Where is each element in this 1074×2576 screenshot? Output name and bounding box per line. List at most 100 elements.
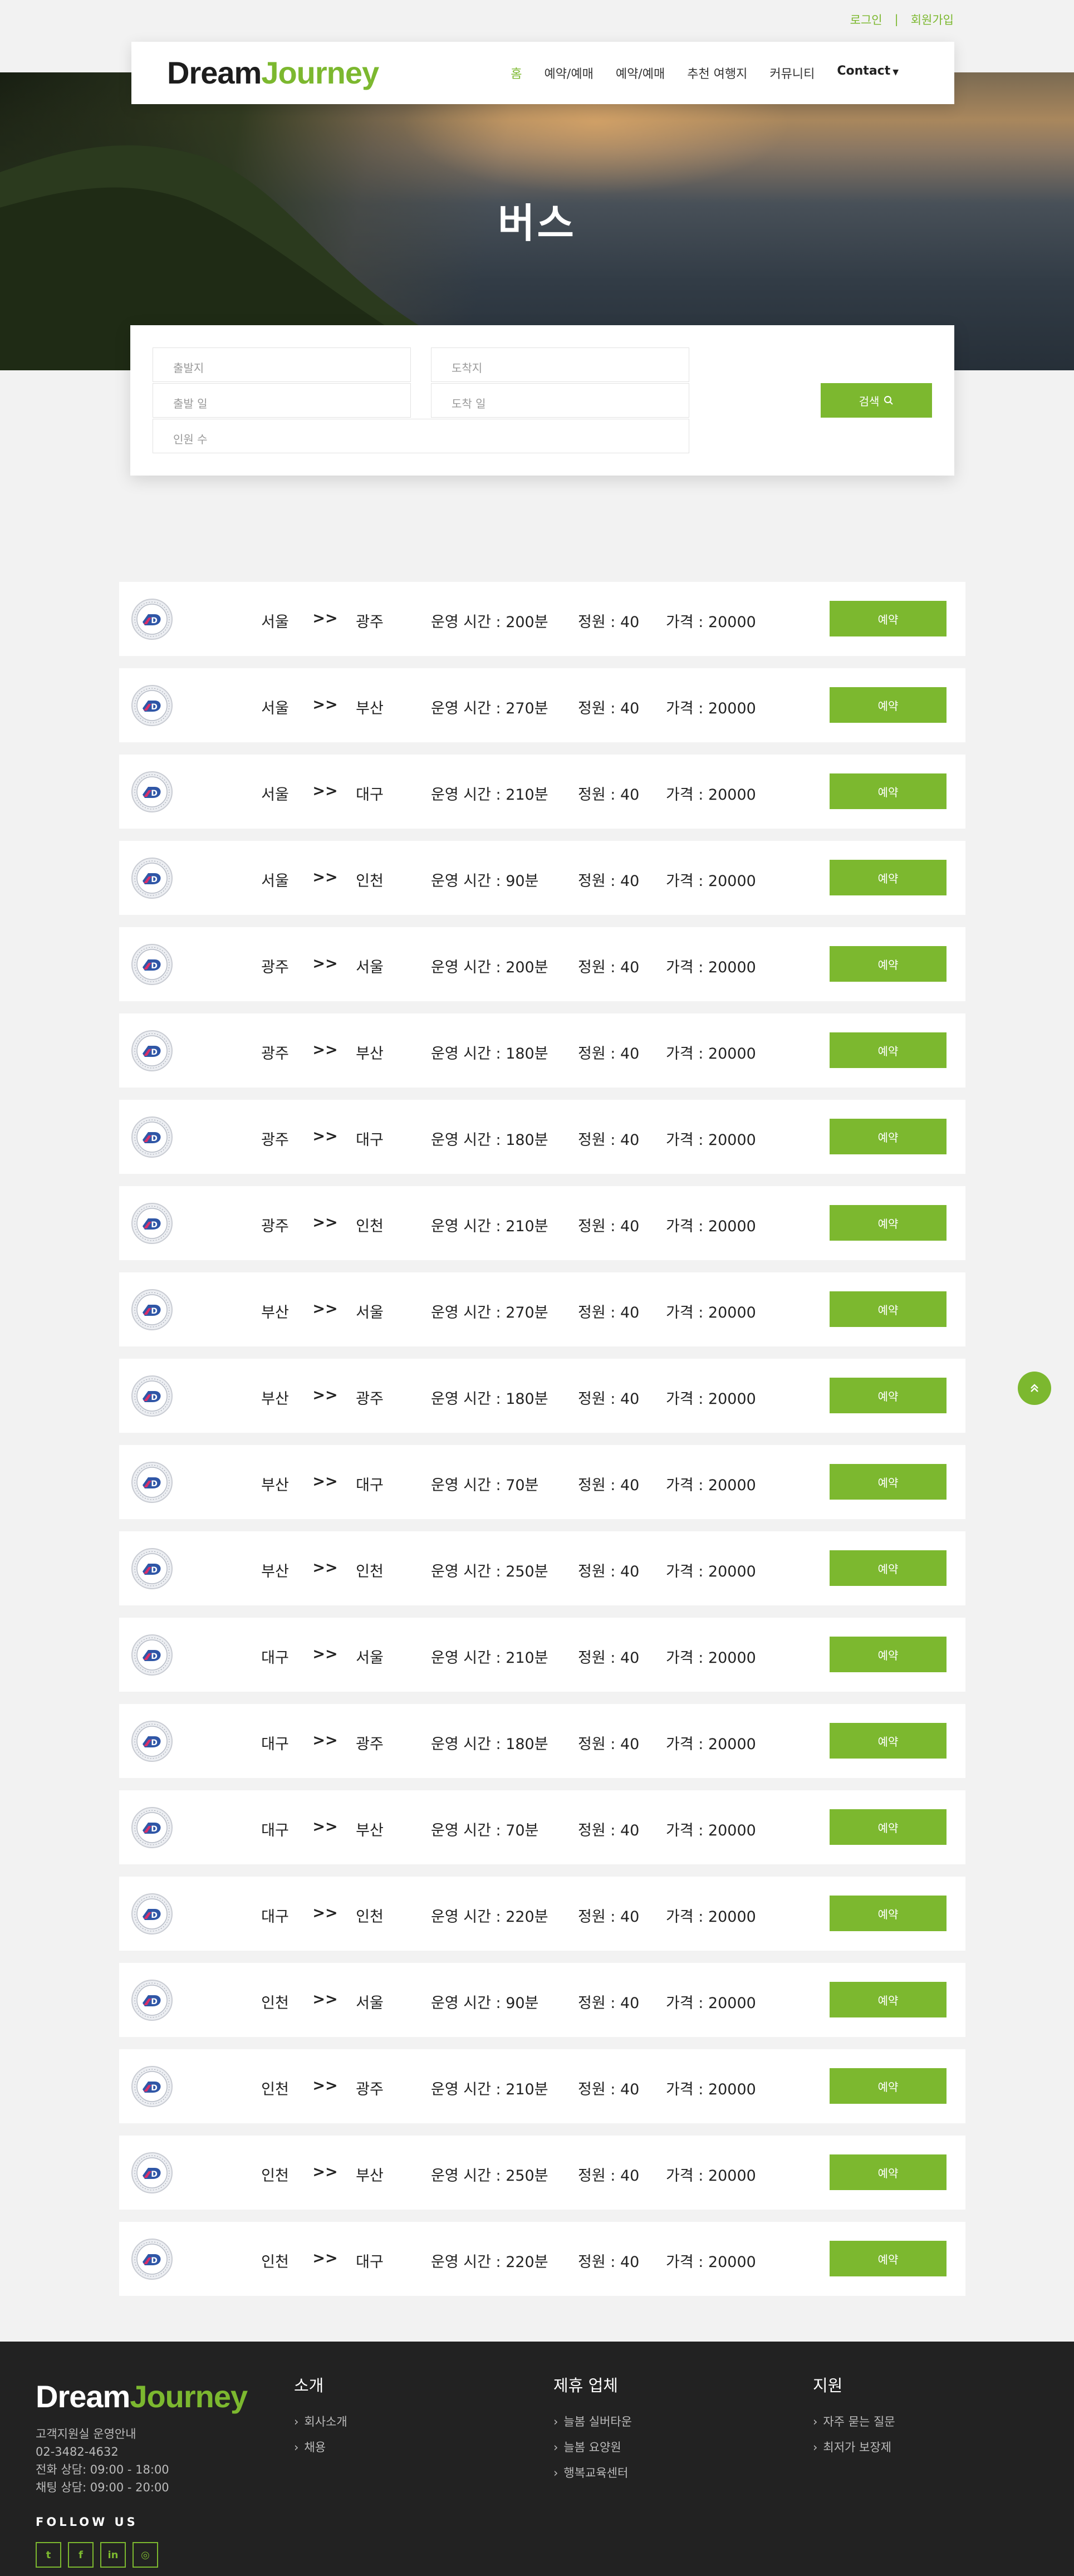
scroll-top-button[interactable] [1018,1372,1051,1405]
arrival-input[interactable]: 도착지 [431,347,689,382]
departure-date-placeholder: 출발 일 [173,397,208,410]
book-button[interactable]: 예약 [830,860,947,895]
svg-text:D: D [151,962,158,971]
route-capacity: 정원 : 40 [578,700,640,717]
facebook-icon[interactable]: f [68,2542,94,2568]
departure-date-input[interactable]: 출발 일 [153,383,411,418]
route-price: 가격 : 20000 [666,959,756,976]
nav-item-contact[interactable]: Contact ▼ [837,64,899,82]
book-button[interactable]: 예약 [830,1896,947,1931]
chevron-right-icon: › [553,2415,558,2428]
nav-item-recommended[interactable]: 추천 여행지 [687,64,747,82]
book-button[interactable]: 예약 [830,2068,947,2104]
departure-input[interactable]: 출발지 [153,347,411,382]
book-button[interactable]: 예약 [830,773,947,809]
route-price: 가격 : 20000 [666,1995,756,2012]
follow-us-heading: FOLLOW US [36,2515,138,2529]
book-button[interactable]: 예약 [830,1119,947,1154]
route-duration: 운영 시간 : 270분 [431,1304,548,1321]
route-destination: 인천 [356,873,384,890]
svg-text:D: D [151,2256,158,2265]
route-destination: 대구 [356,786,384,804]
brand-logo[interactable]: DreamJourney [167,56,379,90]
footer-logo-part2: Journey [130,2379,248,2414]
book-button[interactable]: 예약 [830,1723,947,1759]
bus-company-logo-icon: D [131,1721,173,1762]
footer-logo[interactable]: DreamJourney [36,2378,248,2415]
search-icon [884,396,894,405]
svg-text:D: D [151,1825,158,1834]
bus-company-logo-icon: D [131,599,173,640]
route-arrow: >> [312,869,338,886]
footer-link-company[interactable]: › 회사소개 [294,2413,347,2430]
route-price: 가격 : 20000 [666,2254,756,2271]
route-arrow: >> [312,1991,338,2008]
route-origin: 대구 [261,1822,289,1839]
route-duration: 운영 시간 : 250분 [431,1563,548,1580]
footer-link-nursing-home-label: 늘봄 요양원 [563,2441,621,2454]
support-title: 고객지원실 운영안내 [36,2427,136,2441]
route-row: D 광주 >> 대구 운영 시간 : 180분 정원 : 40 가격 : 200… [119,1100,965,1174]
svg-text:D: D [151,1911,158,1920]
nav-item-community[interactable]: 커뮤니티 [769,64,815,82]
route-destination: 대구 [356,1132,384,1149]
top-links-separator: | [894,13,899,26]
route-arrow: >> [312,1041,338,1059]
main-navbar: DreamJourney 홈 예약/예매 예약/예매 추천 여행지 커뮤니티 C… [131,42,954,104]
linkedin-icon[interactable]: in [100,2542,126,2568]
footer-link-nursing-home[interactable]: › 늘봄 요양원 [553,2438,632,2455]
people-input[interactable]: 인원 수 [153,419,689,453]
route-capacity: 정원 : 40 [578,1736,640,1753]
chevron-right-icon: › [294,2415,299,2428]
footer-link-lowest-price[interactable]: › 최저가 보장제 [813,2438,895,2455]
book-button[interactable]: 예약 [830,1637,947,1672]
book-button[interactable]: 예약 [830,946,947,982]
footer-col-partners-title: 제휴 업체 [553,2376,618,2395]
route-price: 가격 : 20000 [666,1390,756,1408]
bus-company-logo-icon: D [131,1980,173,2021]
route-row: D 대구 >> 서울 운영 시간 : 210분 정원 : 40 가격 : 200… [119,1618,965,1692]
book-button[interactable]: 예약 [830,1032,947,1068]
book-button[interactable]: 예약 [830,1982,947,2017]
book-button[interactable]: 예약 [830,2241,947,2276]
route-destination: 부산 [356,1045,384,1062]
book-button[interactable]: 예약 [830,1378,947,1413]
bus-company-logo-icon: D [131,1893,173,1935]
nav-item-reservation-2[interactable]: 예약/예매 [616,64,665,82]
route-row: D 광주 >> 서울 운영 시간 : 200분 정원 : 40 가격 : 200… [119,927,965,1001]
search-button[interactable]: 검색 [821,383,932,418]
book-button[interactable]: 예약 [830,1205,947,1241]
nav-item-home[interactable]: 홈 [511,64,522,82]
route-origin: 인천 [261,2254,289,2271]
route-duration: 운영 시간 : 70분 [431,1822,539,1839]
caret-down-icon: ▼ [892,68,899,77]
book-button[interactable]: 예약 [830,1550,947,1586]
footer-link-silvertown[interactable]: › 늘봄 실버타운 [553,2413,632,2430]
route-row: D 서울 >> 대구 운영 시간 : 210분 정원 : 40 가격 : 200… [119,755,965,829]
route-destination: 광주 [356,614,384,631]
signup-link[interactable]: 회원가입 [911,11,954,28]
svg-text:D: D [151,789,158,798]
footer-link-careers[interactable]: › 채용 [294,2438,347,2455]
route-arrow: >> [312,1387,338,1404]
footer-link-faq[interactable]: › 자주 묻는 질문 [813,2413,895,2430]
footer-link-education-center[interactable]: › 행복교육센터 [553,2464,632,2481]
twitter-icon[interactable]: t [36,2542,61,2568]
instagram-icon[interactable]: ◎ [133,2542,158,2568]
svg-text:D: D [151,1480,158,1488]
route-arrow: >> [312,1214,338,1231]
route-capacity: 정원 : 40 [578,2254,640,2271]
route-duration: 운영 시간 : 210분 [431,1649,548,1667]
login-link[interactable]: 로그인 [850,11,882,28]
nav-item-reservation-1[interactable]: 예약/예매 [544,64,593,82]
book-button[interactable]: 예약 [830,601,947,636]
book-button[interactable]: 예약 [830,687,947,723]
book-button[interactable]: 예약 [830,2154,947,2190]
route-origin: 서울 [261,873,289,890]
arrival-date-input[interactable]: 도착 일 [431,383,689,418]
book-button[interactable]: 예약 [830,1464,947,1500]
book-button[interactable]: 예약 [830,1809,947,1845]
route-duration: 운영 시간 : 200분 [431,614,548,631]
book-button[interactable]: 예약 [830,1291,947,1327]
route-arrow: >> [312,2077,338,2094]
